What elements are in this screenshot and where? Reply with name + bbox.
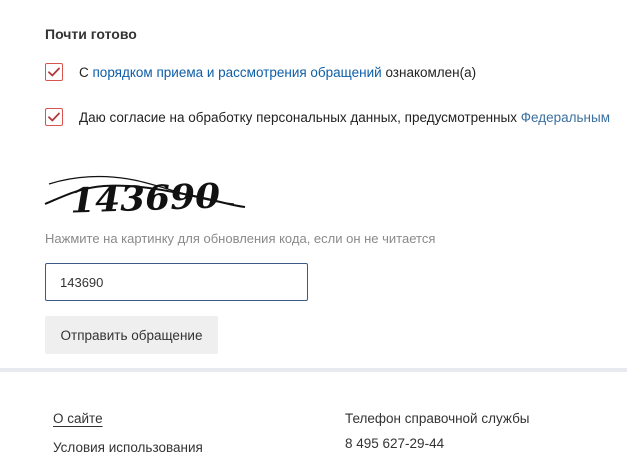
captcha-code-input[interactable] [45,263,308,301]
captcha-hint: Нажмите на картинку для обновления кода,… [45,231,436,246]
consent-rules-suffix: ознакомлен(а) [381,64,477,80]
support-phone-label: Телефон справочной службы [345,411,530,426]
federal-law-link[interactable]: Федеральным [521,110,610,125]
consent-rules-prefix: С [79,64,93,80]
checkmark-icon [48,112,60,122]
consent-rules-checkbox[interactable] [45,63,63,81]
footer-link-terms[interactable]: Условия использования [53,440,203,455]
consent-personal-data-checkbox[interactable] [45,108,63,126]
rules-link[interactable]: порядком приема и рассмотрения обращений [93,65,382,80]
consent-rules-row: С порядком приема и рассмотрения обращен… [45,63,476,81]
consent-personal-data-row: Даю согласие на обработку персональных д… [45,108,610,126]
consent-personal-data-text: Даю согласие на обработку персональных д… [79,109,521,125]
captcha-image[interactable]: 143690 [44,166,246,224]
section-title: Почти готово [45,26,137,42]
support-phone-number: 8 495 627-29-44 [345,436,445,451]
footer-link-about[interactable]: О сайте [53,411,103,426]
checkmark-icon [48,67,60,77]
captcha-code: 143690 [69,176,221,221]
submit-request-button[interactable]: Отправить обращение [45,316,218,354]
page: Почти готово С порядком приема и рассмот… [0,0,627,455]
footer-divider [0,368,627,372]
